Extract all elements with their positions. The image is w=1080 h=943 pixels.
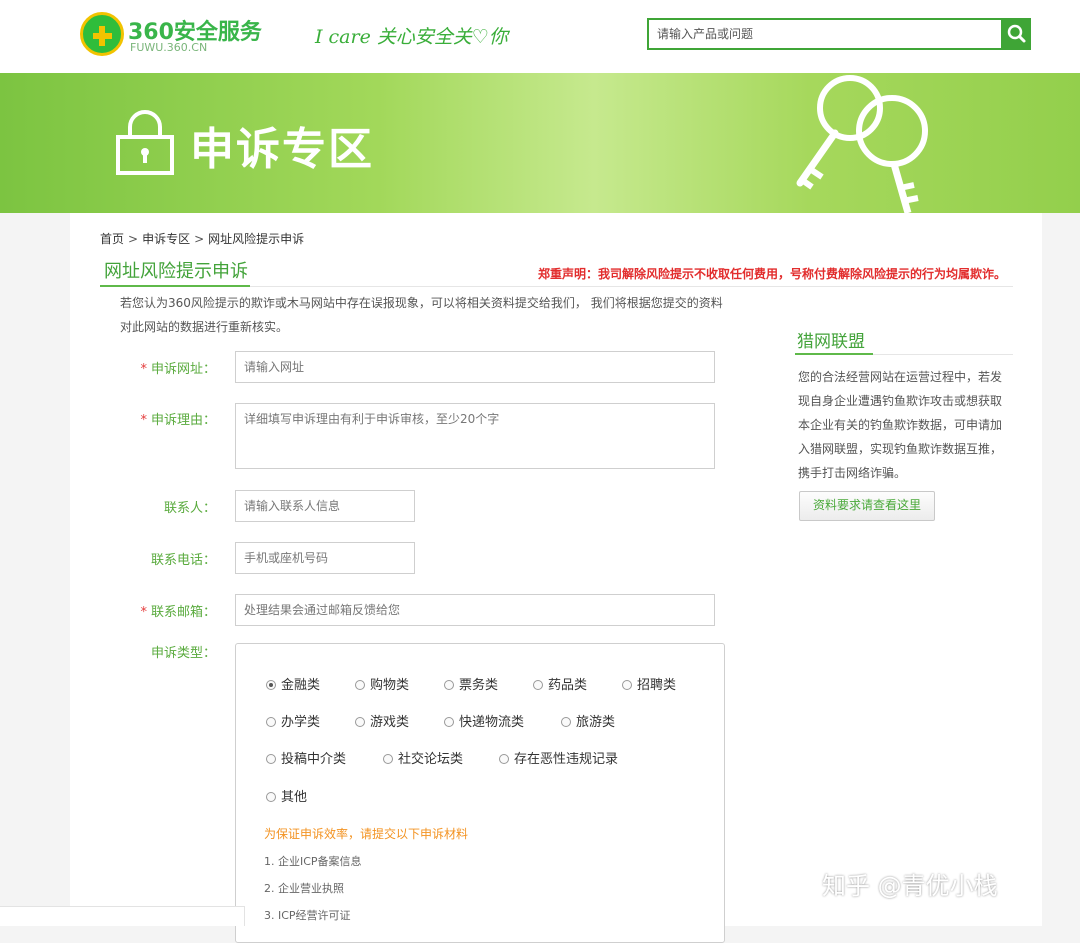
logo-plus-icon: [80, 12, 124, 56]
appeal-type-box: 金融类 购物类 票务类 药品类 招聘类 办学类 游戏类 快递物流类 旅游类 投稿…: [235, 643, 725, 943]
radio-dot: [383, 754, 393, 764]
banner: 申诉专区: [0, 73, 1080, 213]
radio-dot: [499, 754, 509, 764]
top-bar: 360安全服务 FUWU.360.CN I care 关心安全关♡你: [0, 0, 1080, 73]
radio-shopping[interactable]: 购物类: [355, 674, 409, 693]
required-mark: *: [140, 413, 147, 428]
section-title-underline: [100, 285, 250, 287]
phone-input[interactable]: [235, 542, 415, 574]
radio-dot: [533, 680, 543, 690]
radio-games[interactable]: 游戏类: [355, 711, 409, 730]
radio-finance[interactable]: 金融类: [266, 674, 320, 693]
materials-item: 2. 企业营业执照: [264, 882, 344, 895]
intro-text: 若您认为360风险提示的欺诈或木马网站中存在误报现象，可以将相关资料提交给我们，…: [120, 296, 723, 334]
materials-requirements-button[interactable]: 资料要求请查看这里: [799, 491, 935, 521]
corner-panel: [0, 906, 245, 926]
required-mark: *: [140, 362, 147, 377]
logo-360-service[interactable]: 360安全服务 FUWU.360.CN: [80, 12, 310, 58]
radio-travel[interactable]: 旅游类: [561, 711, 615, 730]
radio-dot: [355, 717, 365, 727]
email-input[interactable]: [235, 594, 715, 626]
fraud-notice: 郑重声明：我司解除风险提示不收取任何费用，号称付费解除风险提示的行为均属欺诈。: [537, 267, 1006, 281]
sidebar-title-underline: [795, 353, 873, 355]
main-content: 首页 > 申诉专区 > 网址风险提示申诉 网址风险提示申诉 郑重声明：我司解除风险提示不…: [70, 213, 1042, 943]
slogan: I care 关心安全关♡你: [315, 26, 508, 48]
contact-label: 联系人：: [163, 501, 216, 516]
breadcrumb-home[interactable]: 首页: [100, 232, 124, 246]
breadcrumb-separator: >: [128, 232, 139, 246]
required-mark: *: [140, 605, 147, 620]
type-label: 申诉类型：: [150, 646, 216, 661]
email-label: * 联系邮箱：: [140, 605, 216, 620]
banner-title: 申诉专区: [190, 124, 374, 175]
materials-heading: 为保证申诉效率，请提交以下申诉材料: [264, 827, 469, 841]
search-icon: [1007, 24, 1026, 43]
radio-dot: [266, 717, 276, 727]
sidebar-divider: [873, 354, 1013, 355]
radio-dot: [266, 680, 276, 690]
keys-icon: [796, 75, 928, 213]
phone-label: 联系电话：: [150, 553, 216, 568]
radio-submission-agency[interactable]: 投稿中介类: [266, 748, 346, 767]
breadcrumb-separator: >: [194, 232, 205, 246]
radio-dot: [561, 717, 571, 727]
url-input[interactable]: [235, 351, 715, 383]
breadcrumb: 首页 > 申诉专区 > 网址风险提示申诉: [100, 230, 304, 247]
radio-dot: [266, 754, 276, 764]
lock-icon: [116, 110, 174, 175]
radio-dot: [622, 680, 632, 690]
watermark: 知乎 @青优小栈: [822, 872, 998, 900]
reason-textarea[interactable]: [235, 403, 715, 469]
radio-recruitment[interactable]: 招聘类: [622, 674, 676, 693]
materials-item: 3. ICP经营许可证: [264, 909, 351, 922]
radio-violation-record[interactable]: 存在恶性违规记录: [499, 748, 618, 767]
radio-logistics[interactable]: 快递物流类: [444, 711, 524, 730]
url-label: * 申诉网址：: [140, 362, 216, 377]
section-title: 网址风险提示申诉: [104, 261, 248, 282]
radio-education[interactable]: 办学类: [266, 711, 320, 730]
reason-label: * 申诉理由：: [140, 413, 216, 428]
contact-input[interactable]: [235, 490, 415, 522]
breadcrumb-appeal-zone[interactable]: 申诉专区: [142, 232, 190, 246]
radio-dot: [266, 792, 276, 802]
breadcrumb-current: 网址风险提示申诉: [208, 232, 305, 246]
radio-ticketing[interactable]: 票务类: [444, 674, 498, 693]
header-search: [647, 18, 1031, 50]
section-divider: [250, 286, 1013, 287]
sidebar-title: 猎网联盟: [797, 332, 865, 352]
radio-other[interactable]: 其他: [266, 786, 307, 805]
radio-social-forum[interactable]: 社交论坛类: [383, 748, 463, 767]
materials-item: 1. 企业ICP备案信息: [264, 855, 362, 868]
logo-subtitle: FUWU.360.CN: [130, 41, 208, 54]
search-input[interactable]: [647, 18, 1003, 50]
radio-dot: [355, 680, 365, 690]
search-button[interactable]: [1003, 18, 1031, 50]
sidebar-text: 您的合法经营网站在运营过程中，若发现自身企业遭遇钓鱼欺诈攻击或想获取本企业有关的…: [798, 370, 1003, 480]
radio-medicine[interactable]: 药品类: [533, 674, 587, 693]
radio-dot: [444, 680, 454, 690]
radio-dot: [444, 717, 454, 727]
